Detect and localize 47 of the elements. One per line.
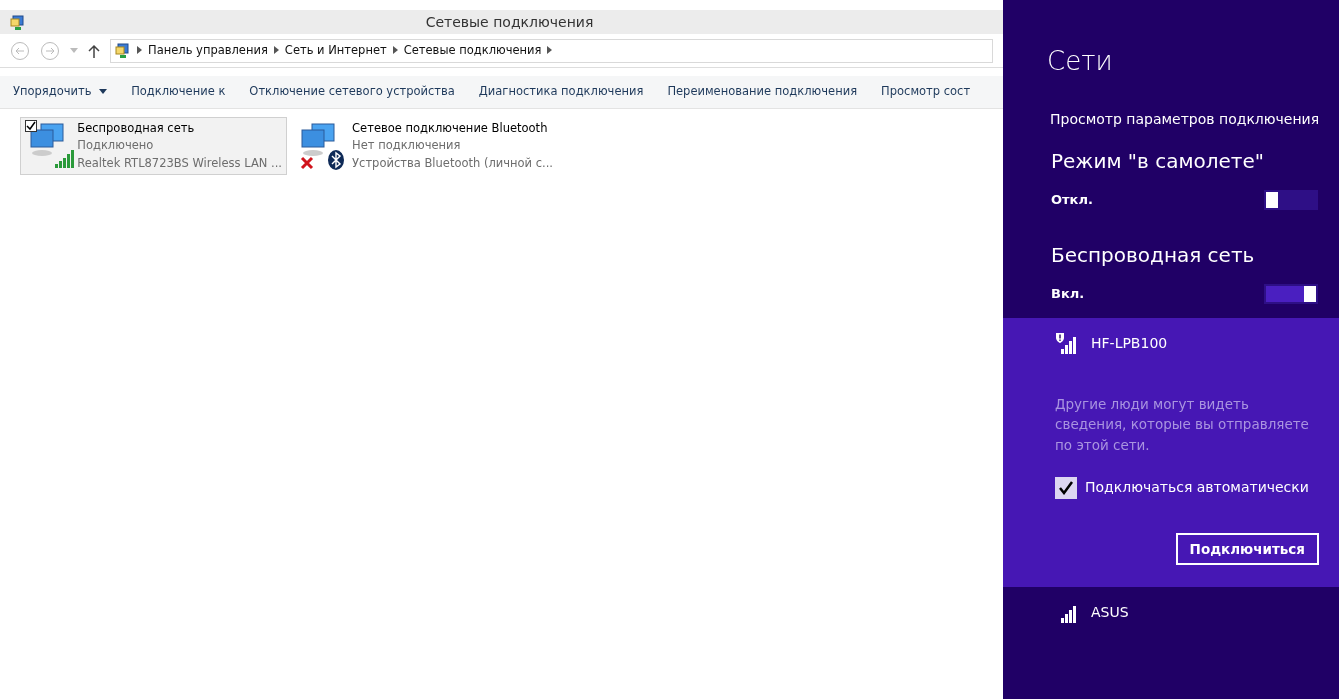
bluetooth-icon: [328, 150, 344, 170]
network-folder-icon: [115, 42, 131, 59]
network-item[interactable]: HF-LPB100 Другие люди могут видеть сведения, которые вы отправляете по этой сети. Подключаться автоматически Подключиться: [1003, 318, 1339, 587]
device-name: Устройства Bluetooth (личной с...: [352, 154, 553, 172]
toolbar-button[interactable]: Переименование подключения: [654, 83, 869, 101]
chevron-icon: [137, 44, 142, 57]
checkbox-label: Подключаться автоматически: [1085, 478, 1309, 498]
toggle-switch[interactable]: [1264, 284, 1318, 304]
window-title: Сетевые подключения: [424, 12, 595, 32]
connect-button[interactable]: Подключиться: [1175, 532, 1319, 565]
connection-item[interactable]: Беспроводная сеть Подключено Realtek RTL8723BS Wireless LAN ...: [20, 117, 287, 175]
chevron-icon: [273, 44, 279, 57]
toolbar-button[interactable]: Просмотр сост: [868, 83, 982, 101]
toggle-state-label: Вкл.: [1051, 285, 1085, 304]
network-item[interactable]: ASUS: [1003, 587, 1339, 637]
checkbox[interactable]: [1055, 476, 1077, 499]
toggle-switch[interactable]: [1264, 190, 1318, 210]
address-field[interactable]: Панель управления Сеть и Интернет Сетевые подключения: [110, 38, 993, 63]
section-title: Беспроводная сеть: [1051, 242, 1256, 269]
network-folder-icon: [10, 14, 26, 31]
section-title: Режим "в самолете": [1051, 148, 1265, 175]
connection-name: Сетевое подключение Bluetooth: [352, 120, 549, 137]
settings-link[interactable]: Просмотр параметров подключения: [1050, 111, 1320, 127]
checkbox-icon[interactable]: [25, 120, 37, 132]
security-warning: Другие люди могут видеть сведения, которые вы отправляете по этой сети.: [1055, 395, 1310, 455]
toolbar-button[interactable]: Упорядочить: [0, 83, 119, 101]
up-icon[interactable]: [88, 43, 100, 58]
network-name: HF-LPB100: [1091, 333, 1168, 353]
caret-icon: [99, 89, 108, 95]
chevron-icon: [547, 44, 553, 57]
network-name: ASUS: [1091, 602, 1129, 622]
chevron-icon: [392, 44, 398, 57]
computers-icon: [298, 122, 338, 158]
breadcrumb[interactable]: Панель управления: [148, 41, 268, 60]
connection-item[interactable]: Сетевое подключение Bluetooth Нет подключения Устройства Bluetooth (личной с...: [291, 117, 558, 175]
panel-title: Сети: [1046, 45, 1114, 78]
computers-icon: [27, 122, 67, 158]
connection-name: Беспроводная сеть: [77, 120, 196, 137]
toolbar-button[interactable]: Подключение к: [118, 83, 237, 101]
toolbar-button[interactable]: Отключение сетевого устройства: [236, 83, 466, 101]
breadcrumb[interactable]: Сеть и Интернет: [284, 41, 387, 60]
toggle-state-label: Откл.: [1051, 191, 1093, 210]
toolbar-button[interactable]: Диагностика подключения: [465, 83, 655, 101]
device-name: Realtek RTL8723BS Wireless LAN ...: [77, 154, 282, 172]
breadcrumb[interactable]: Сетевые подключения: [403, 41, 542, 60]
connection-status: Нет подключения: [352, 137, 462, 155]
connection-status: Подключено: [77, 137, 155, 155]
